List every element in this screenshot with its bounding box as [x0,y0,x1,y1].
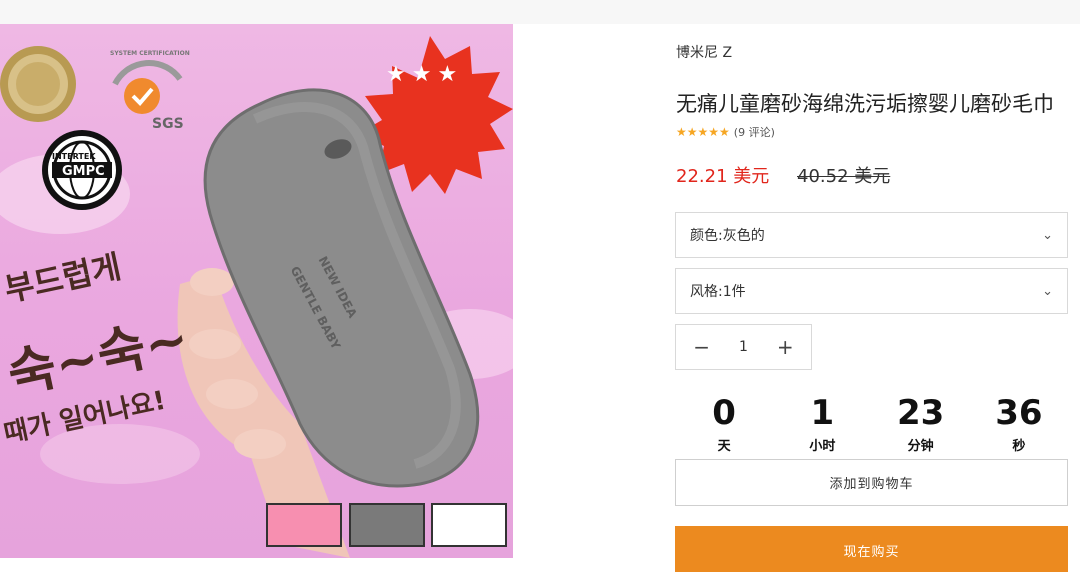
color-select-value: 灰色的 [722,228,765,244]
style-select-label: 风格: [690,284,723,300]
gmpc-top-label: INTERTEK [52,152,96,161]
badge-stars: ★★★ [386,62,464,87]
countdown-seconds: 36 秒 [979,393,1059,454]
countdown-hours-label: 小时 [809,439,836,454]
rating-row[interactable]: ★★★★★ (9 评论) [676,124,775,140]
countdown-seconds-label: 秒 [1012,439,1026,454]
original-price: 40.52 美元 [797,166,891,187]
countdown-minutes-value: 23 [896,393,945,433]
star-rating-icon: ★★★★★ [676,125,730,139]
countdown-hours-value: 1 [810,393,835,433]
chevron-down-icon: ⌄ [1042,283,1053,299]
sgs-top-label: SYSTEM CERTIFICATION [110,50,190,57]
style-select[interactable]: 风格: 1件 ⌄ [675,268,1068,314]
page-top-strip [0,0,1080,24]
sgs-label: SGS [152,116,184,132]
sale-price: 22.21 美元 [676,166,770,187]
quantity-stepper: − 1 + [675,324,812,370]
countdown-timer: 0 天 1 小时 23 分钟 36 秒 [675,393,1068,454]
countdown-hours: 1 小时 [782,393,862,454]
product-main-image[interactable]: ★★★ INTERTEK GMPC SYSTEM CERTIFICATION S… [0,24,513,558]
countdown-days-label: 天 [717,439,731,454]
chevron-down-icon: ⌄ [1042,227,1053,243]
color-select-label: 颜色: [690,228,723,244]
add-to-cart-button[interactable]: 添加到购物车 [675,459,1068,506]
thumbnail-gray[interactable] [349,503,425,547]
thumbnail-pink[interactable] [266,503,342,547]
thumbnail-white[interactable] [431,503,507,547]
style-select-value: 1件 [722,284,746,300]
review-count[interactable]: (9 评论) [734,124,775,140]
countdown-days-value: 0 [712,393,736,433]
gmpc-label: GMPC [62,164,105,179]
product-title: 无痛儿童磨砂海绵洗污垢擦婴儿磨砂毛巾 [676,92,1054,116]
countdown-days: 0 天 [684,393,764,454]
color-select[interactable]: 颜色: 灰色的 ⌄ [675,212,1068,258]
buy-now-button[interactable]: 现在购买 [675,526,1068,572]
quantity-value[interactable]: 1 [739,339,748,355]
minus-button[interactable]: − [688,335,716,359]
countdown-minutes-label: 分钟 [907,439,934,454]
brand-name[interactable]: 博米尼 Z [676,42,732,62]
countdown-minutes: 23 分钟 [881,393,961,454]
plus-button[interactable]: + [771,335,799,359]
countdown-seconds-value: 36 [995,393,1043,433]
